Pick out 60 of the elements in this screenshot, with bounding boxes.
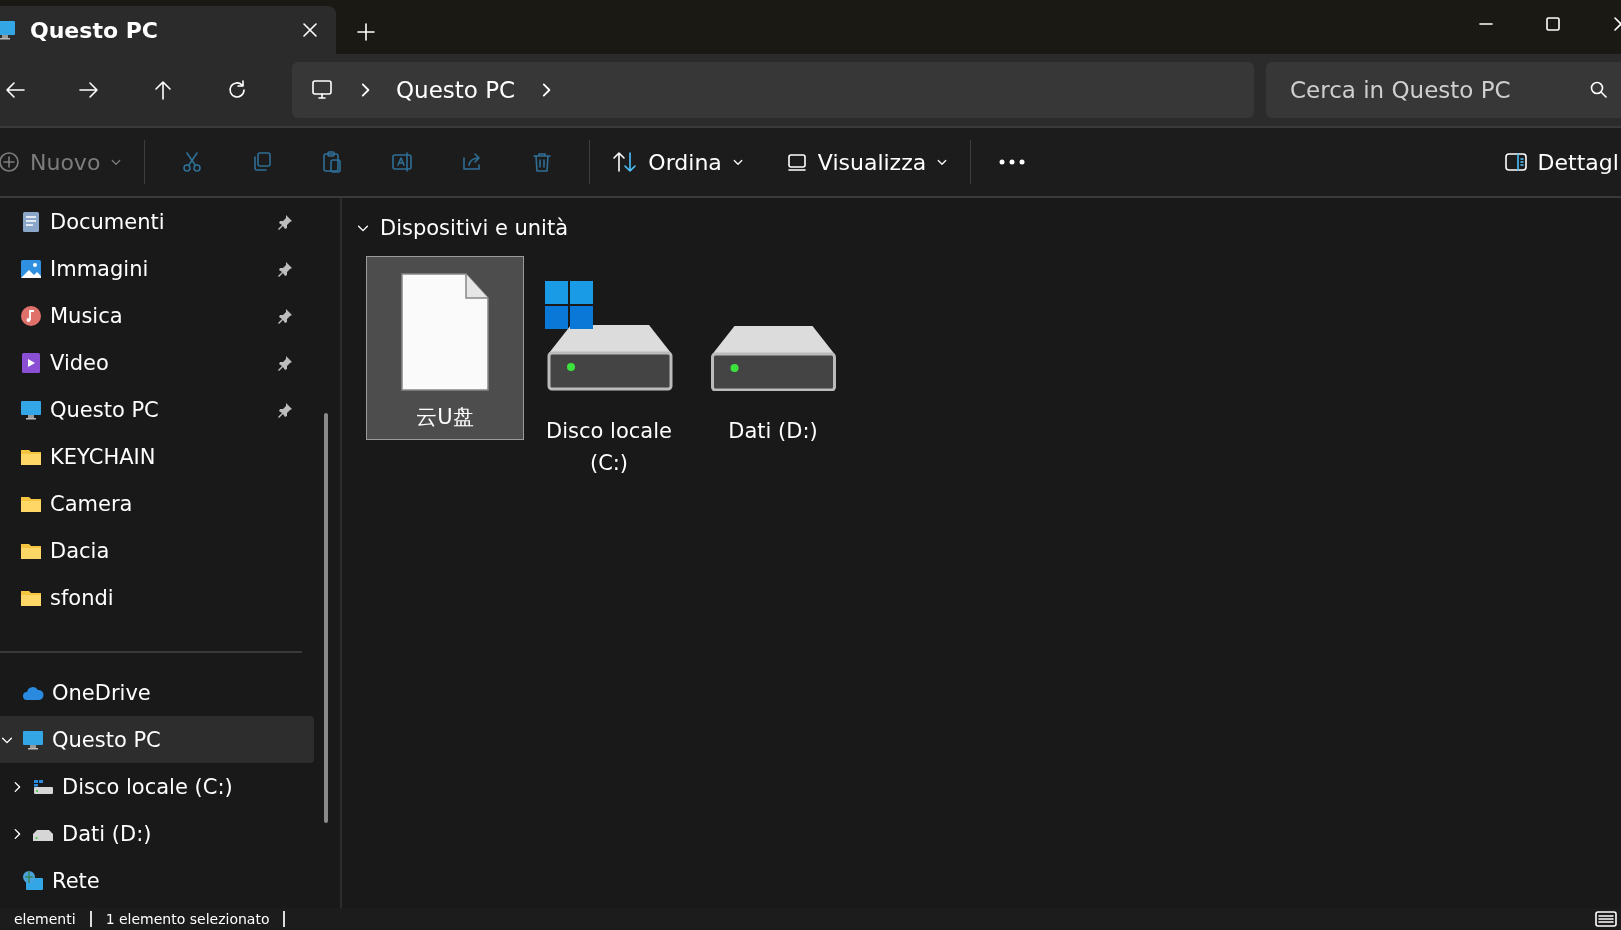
arrow-right-icon <box>78 79 100 101</box>
more-icon <box>999 158 1026 166</box>
minimize-icon <box>1479 23 1493 25</box>
breadcrumb[interactable]: Questo PC <box>396 77 516 103</box>
sidebar-item[interactable]: sfondi <box>0 574 314 621</box>
rename-icon <box>390 150 415 174</box>
sort-icon <box>612 150 639 174</box>
tree-item[interactable]: OneDrive <box>0 669 314 716</box>
scrollbar-thumb[interactable] <box>324 413 328 823</box>
plus-icon <box>356 22 376 42</box>
address-bar[interactable]: Questo PC <box>292 62 1254 118</box>
drive-tile[interactable]: Dati (D:) <box>694 256 852 448</box>
music-icon <box>20 304 42 327</box>
view-icon <box>785 151 808 173</box>
refresh-icon <box>226 79 248 101</box>
document-icon <box>20 210 42 233</box>
tree-item[interactable]: Questo PC <box>0 716 314 763</box>
pin-icon <box>276 306 294 325</box>
sidebar-item[interactable]: Video <box>0 339 314 386</box>
tree-item[interactable]: Disco locale (C:) <box>0 763 314 810</box>
view-button[interactable]: Visualizza <box>775 143 959 181</box>
tree-item[interactable]: Dati (D:) <box>0 810 314 857</box>
sidebar-item[interactable]: Camera <box>0 480 314 527</box>
sidebar-item[interactable]: Questo PC <box>0 386 314 433</box>
monitor-icon <box>22 728 44 751</box>
maximize-icon <box>1545 16 1561 32</box>
sidebar-item[interactable]: Musica <box>0 292 314 339</box>
system-drive-icon <box>545 281 673 391</box>
drive-tile[interactable]: Disco locale (C:) <box>530 256 688 480</box>
file-icon <box>400 273 490 391</box>
close-icon <box>302 22 318 38</box>
group-header[interactable]: Dispositivi e unità <box>356 212 1621 244</box>
pin-icon <box>276 212 294 231</box>
monitor-icon <box>310 78 334 102</box>
details-view-icon <box>1595 911 1617 927</box>
details-pane-icon <box>1503 152 1528 172</box>
sidebar-item[interactable]: Documenti <box>0 198 314 245</box>
sidebar-item[interactable]: Immagini <box>0 245 314 292</box>
details-button[interactable]: Dettagli <box>1493 143 1621 181</box>
network-icon <box>22 869 44 892</box>
tab[interactable]: Questo PC <box>0 6 336 54</box>
video-icon <box>20 351 42 374</box>
status-text: elementi <box>0 911 92 927</box>
monitor-icon <box>20 398 42 421</box>
pin-icon <box>276 259 294 278</box>
search-icon <box>1589 80 1609 100</box>
sort-button[interactable]: Ordina <box>602 143 754 181</box>
sidebar-item[interactable]: Dacia <box>0 527 314 574</box>
drive-tile[interactable]: 云U盘 <box>366 256 524 440</box>
sidebar-item[interactable]: KEYCHAIN <box>0 433 314 480</box>
drive-icon <box>710 325 836 391</box>
arrow-up-icon <box>152 79 174 101</box>
arrow-left-icon <box>4 79 26 101</box>
monitor-icon <box>0 19 16 41</box>
pin-icon <box>276 400 294 419</box>
search-field[interactable]: Cerca in Questo PC <box>1266 62 1621 118</box>
picture-icon <box>20 257 42 280</box>
pin-icon <box>276 353 294 372</box>
status-text: 1 elemento selezionato <box>91 911 286 927</box>
tree-item[interactable]: Rete <box>0 857 314 904</box>
